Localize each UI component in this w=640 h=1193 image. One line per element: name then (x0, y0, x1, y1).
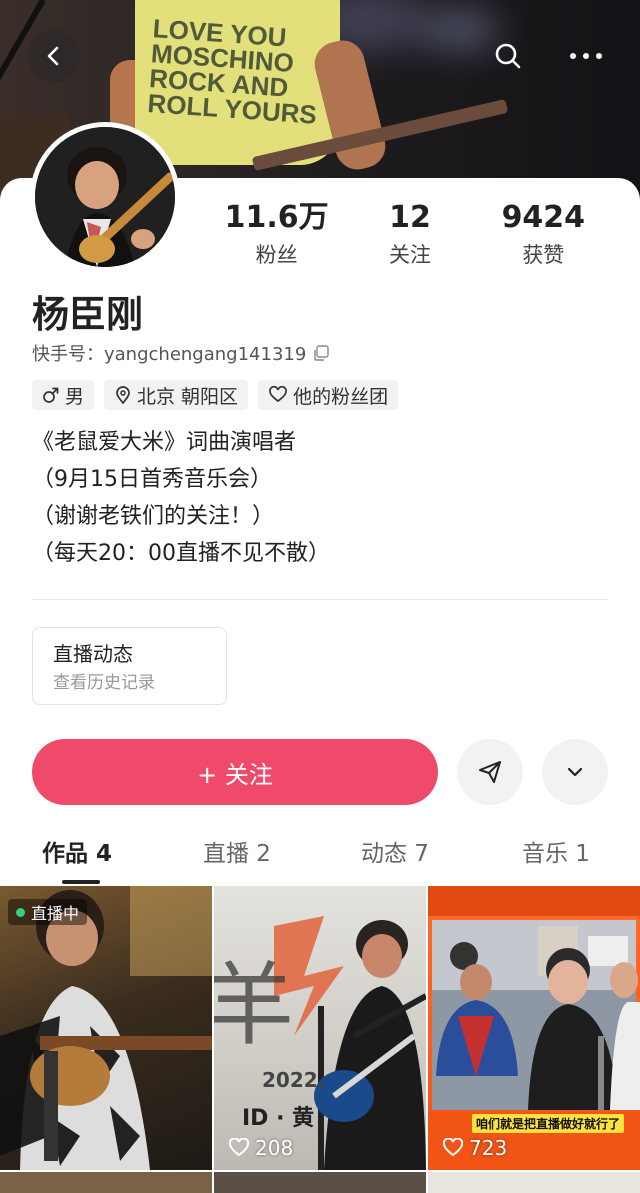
bio-line: 《老鼠爱大米》词曲演唱者 (32, 430, 297, 455)
svg-text:羊: 羊 (214, 953, 294, 1058)
heart-icon (228, 1138, 250, 1157)
tag-label: 男 (65, 385, 85, 408)
tag-location: 北京 朝阳区 (104, 380, 249, 410)
search-icon (495, 43, 521, 69)
tag-label: 北京 朝阳区 (137, 385, 239, 408)
divider (32, 599, 608, 600)
tab-moments[interactable]: 动态 7 (361, 836, 429, 872)
search-button[interactable] (482, 30, 534, 82)
stat-likes[interactable]: 9424 获赞 (477, 198, 610, 272)
follow-label: + 关注 (197, 760, 273, 789)
avatar[interactable] (30, 122, 180, 272)
bio-line: （9月15日首秀音乐会） (32, 467, 272, 492)
live-badge: 直播中 (8, 899, 88, 925)
bio-line: （谢谢老铁们的关注！） (32, 504, 275, 529)
likes-value: 208 (255, 1136, 294, 1160)
work-tile-partial[interactable] (428, 1172, 640, 1193)
chevron-left-icon (47, 46, 59, 66)
tile-thumbnail (0, 886, 212, 1170)
work-tile-partial[interactable] (0, 1172, 212, 1193)
share-button[interactable] (457, 739, 523, 805)
tag-fan-group[interactable]: 他的粉丝团 (258, 380, 399, 410)
male-icon (43, 387, 59, 403)
live-badge-label: 直播中 (31, 904, 80, 923)
heart-icon (442, 1138, 464, 1157)
live-dot (16, 907, 25, 917)
work-tile[interactable]: 直播中 (0, 886, 212, 1170)
stat-label: 获赞 (522, 243, 565, 267)
expand-button[interactable] (542, 739, 608, 805)
likes-count: 723 (442, 1136, 507, 1160)
stat-value: 9424 (501, 200, 586, 235)
tag-gender: 男 (32, 380, 95, 410)
stats-bar: 11.6万 粉丝 12 关注 9424 获赞 (210, 198, 610, 272)
poster-sub: ID · 黄 (242, 1106, 315, 1131)
stat-following[interactable]: 12 关注 (343, 198, 476, 272)
shirt-print: LOVE YOU MOSCHINO ROCK AND ROLL YOURS (146, 13, 318, 130)
send-icon (479, 761, 501, 783)
tab-works[interactable]: 作品 4 (42, 836, 112, 872)
likes-count: 208 (228, 1136, 293, 1160)
stat-label: 关注 (388, 243, 431, 267)
more-options-button[interactable] (560, 30, 612, 82)
stat-value: 12 (389, 200, 431, 235)
stat-value: 11.6万 (224, 200, 329, 235)
work-tile-partial[interactable] (214, 1172, 426, 1193)
live-card-title: 直播动态 (53, 642, 133, 666)
follow-button[interactable]: + 关注 (32, 739, 438, 805)
chevron-down-icon (567, 767, 583, 777)
work-tile[interactable]: 咱们就是把直播做好就行了 723 (428, 886, 640, 1170)
live-card-subtitle: 查看历史记录 (53, 673, 155, 693)
heart-icon (269, 386, 287, 403)
location-pin-icon (116, 386, 130, 405)
poster-year: 2022. (262, 1068, 326, 1092)
tab-live[interactable]: 直播 2 (203, 836, 271, 872)
back-button[interactable] (28, 30, 80, 82)
profile-bio: 《老鼠爱大米》词曲演唱者 （9月15日首秀音乐会） （谢谢老铁们的关注！） （每… (32, 424, 330, 572)
profile-name: 杨臣刚 (32, 293, 143, 336)
content-tabs: 作品 4 直播 2 动态 7 音乐 1 (0, 836, 640, 886)
avatar-portrait (35, 127, 175, 267)
copy-icon[interactable] (312, 344, 330, 362)
more-horizontal-icon (570, 53, 602, 59)
works-grid: 直播中 羊 2022. ID · 黄 208 咱们就是把直播做好就行了 723 (0, 886, 640, 1193)
kuaishou-id: 快手号：yangchengang141319 (32, 344, 307, 365)
profile-tags: 男 北京 朝阳区 他的粉丝团 (32, 380, 399, 410)
likes-value: 723 (469, 1136, 508, 1160)
live-history-card[interactable]: 直播动态 查看历史记录 (32, 627, 227, 705)
work-tile[interactable]: 羊 2022. ID · 黄 208 (214, 886, 426, 1170)
stat-label: 粉丝 (255, 243, 298, 267)
tag-label: 他的粉丝团 (293, 385, 389, 408)
avatar-photo (35, 127, 175, 267)
stat-fans[interactable]: 11.6万 粉丝 (210, 198, 343, 272)
video-caption: 咱们就是把直播做好就行了 (472, 1114, 625, 1133)
kuaishou-id-row: 快手号：yangchengang141319 (32, 340, 330, 366)
tab-music[interactable]: 音乐 1 (522, 836, 590, 872)
bio-line: （每天20：00直播不见不散） (32, 541, 330, 566)
active-tab-indicator (62, 880, 100, 884)
